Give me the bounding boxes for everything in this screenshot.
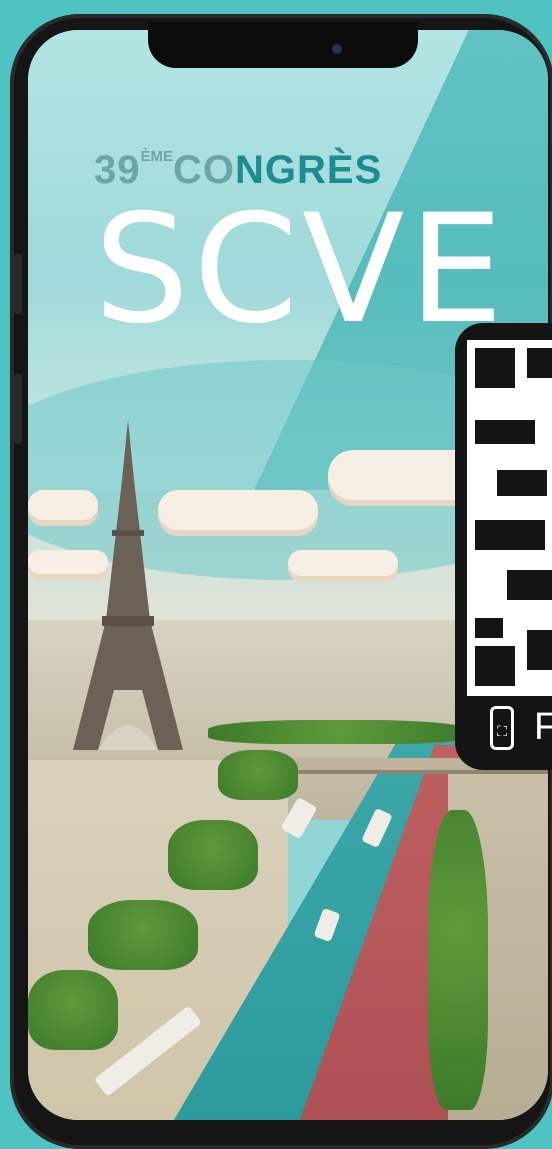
trees	[208, 720, 468, 744]
qr-module	[527, 348, 552, 378]
phone-notch	[148, 22, 418, 68]
qr-module	[527, 630, 552, 670]
trees	[28, 970, 118, 1050]
qr-module	[475, 520, 545, 550]
eiffel-tower-illustration	[73, 420, 183, 750]
volume-button-lower	[14, 374, 22, 444]
edition-suffix: ÈME	[140, 148, 174, 165]
trees	[218, 750, 298, 800]
qr-module	[475, 420, 535, 444]
front-camera	[332, 44, 342, 54]
cloud	[288, 550, 398, 576]
qr-module	[497, 470, 547, 496]
volume-button	[14, 254, 22, 314]
scve-logo: SCVE	[94, 183, 508, 357]
qr-finder-pattern	[475, 646, 515, 686]
trees	[168, 820, 258, 890]
qr-caption: F	[534, 706, 552, 748]
trees	[428, 810, 488, 1110]
qr-module	[475, 618, 503, 638]
qr-finder-pattern	[475, 348, 515, 388]
trees	[88, 900, 198, 970]
qr-code[interactable]	[467, 340, 552, 696]
scan-icon[interactable]: ⛶	[490, 706, 514, 750]
qr-module	[507, 570, 552, 600]
